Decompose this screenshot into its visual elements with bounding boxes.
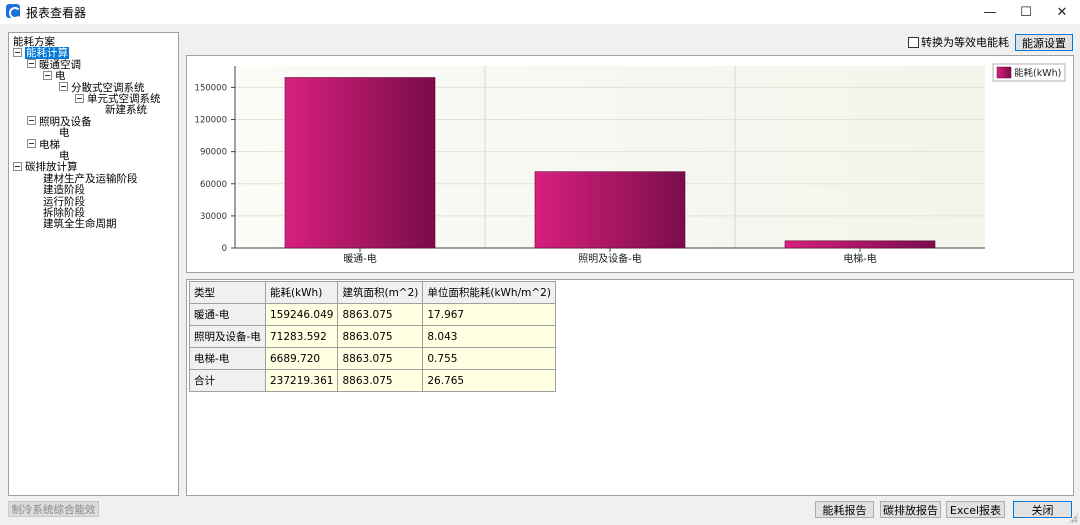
column-header: 类型 <box>189 281 266 304</box>
energy-bar-chart: 0 30000 60000 90000 120000 150000 暖通-电 照明及设备-电 电… <box>186 55 1074 273</box>
tree-item[interactable]: 新建系统 <box>105 104 147 116</box>
bar <box>534 171 686 249</box>
row-header-cell: 电梯-电 <box>189 347 266 370</box>
energy-table: 类型 能耗(kWh) 建筑面积(m^2) 单位面积能耗(kWh/m^2) 暖通-电 159… <box>189 281 556 392</box>
tree-item[interactable]: 电梯 <box>27 139 60 151</box>
y-tick-label: 0 <box>222 244 227 254</box>
collapse-icon[interactable] <box>13 161 22 171</box>
legend-label: 能耗(kWh) <box>1014 67 1061 79</box>
table-cell: 237219.361 <box>264 369 339 392</box>
table-cell: 8863.075 <box>337 369 424 392</box>
tree-item-label: 分散式空调系统 <box>71 81 145 94</box>
convert-equivalent-label: 转换为等效电能耗 <box>921 36 1009 49</box>
convert-equivalent-checkbox[interactable]: 转换为等效电能耗 <box>908 35 1009 49</box>
tree-item[interactable]: 电 <box>43 70 66 82</box>
table-cell: 8.043 <box>422 325 556 348</box>
energy-settings-button[interactable]: 能源设置 <box>1015 34 1073 51</box>
y-tick-label: 90000 <box>200 148 227 158</box>
y-tick-label: 120000 <box>195 116 227 126</box>
y-tick-label: 60000 <box>200 180 227 190</box>
table-cell: 0.755 <box>422 347 556 370</box>
bar <box>284 77 436 249</box>
title-bar: 报表查看器 — ☐ ✕ <box>0 0 1080 24</box>
collapse-icon[interactable] <box>27 59 36 69</box>
tree-item[interactable]: 建材生产及运输阶段 <box>43 173 138 185</box>
report-tree[interactable]: 能耗方案 能耗计算 暖通空调电分散式空调系统 单元式空调系统 新建系统 照明及设备电电梯电… <box>8 32 179 496</box>
row-header-cell: 照明及设备-电 <box>189 325 266 348</box>
table-row: 电梯-电 6689.720 8863.075 0.755 <box>189 347 556 370</box>
tree-item-label: 暖通空调 <box>39 58 81 71</box>
energy-report-button[interactable]: 能耗报告 <box>815 501 874 518</box>
tree-item[interactable]: 电 <box>59 127 70 139</box>
tree-item-label: 建材生产及运输阶段 <box>43 172 138 185</box>
checkbox-box[interactable] <box>908 36 919 48</box>
collapse-icon[interactable] <box>27 116 36 126</box>
tree-item[interactable]: 建筑全生命周期 <box>43 218 117 230</box>
column-header: 能耗(kWh) <box>264 281 339 304</box>
collapse-icon[interactable] <box>13 47 22 57</box>
x-tick-label: 照明及设备-电 <box>578 252 642 265</box>
y-tick-label: 30000 <box>200 212 227 222</box>
tree-item[interactable]: 能耗计算 <box>13 47 69 60</box>
tree-item-label: 碳排放计算 <box>25 161 78 174</box>
carbon-report-button[interactable]: 碳排放报告 <box>880 501 941 518</box>
window-title: 报表查看器 <box>26 6 87 20</box>
column-header: 建筑面积(m^2) <box>337 281 424 304</box>
table-cell: 26.765 <box>422 369 556 392</box>
energy-table-panel: 类型 能耗(kWh) 建筑面积(m^2) 单位面积能耗(kWh/m^2) 暖通-电 159… <box>186 279 1074 496</box>
table-cell: 17.967 <box>422 303 556 326</box>
x-tick-label: 电梯-电 <box>843 252 877 265</box>
row-header-cell: 暖通-电 <box>189 303 266 326</box>
close-button[interactable]: 关闭 <box>1013 501 1072 518</box>
table-row: 暖通-电 159246.049 8863.075 17.967 <box>189 303 556 326</box>
minimize-button[interactable]: — <box>972 0 1008 24</box>
chart-svg: 0 30000 60000 90000 120000 150000 暖通-电 照明及设备-电 电… <box>195 63 1066 265</box>
column-header: 单位面积能耗(kWh/m^2) <box>422 281 556 304</box>
table-cell: 159246.049 <box>264 303 339 326</box>
cooling-efficiency-label: 制冷系统综合能效 <box>8 501 99 517</box>
collapse-icon[interactable] <box>27 139 36 149</box>
tree-item[interactable]: 运行阶段 <box>43 196 85 208</box>
tree-item-label: 运行阶段 <box>43 195 85 208</box>
row-header-cell: 合计 <box>189 369 266 392</box>
tree-item-label: 建筑全生命周期 <box>43 218 117 231</box>
app-icon <box>6 4 21 19</box>
tree-item[interactable]: 照明及设备 <box>27 116 92 128</box>
tree-item-label: 能耗计算 <box>25 47 69 60</box>
table-row: 合计 237219.361 8863.075 26.765 <box>189 369 556 392</box>
tree-item[interactable]: 碳排放计算 <box>13 161 78 173</box>
tree-item-label: 建造阶段 <box>43 184 85 197</box>
tree-item-label: 电梯 <box>39 138 60 151</box>
tree-item[interactable]: 暖通空调 <box>27 59 81 71</box>
tree-item[interactable]: 分散式空调系统 <box>59 82 145 94</box>
table-cell: 6689.720 <box>264 347 339 370</box>
legend-swatch <box>996 66 1012 79</box>
table-cell: 71283.592 <box>264 325 339 348</box>
y-tick-label: 150000 <box>195 83 227 93</box>
table-row: 照明及设备-电 71283.592 8863.075 8.043 <box>189 325 556 348</box>
bar <box>784 240 936 249</box>
close-window-button[interactable]: ✕ <box>1044 0 1080 24</box>
table-cell: 8863.075 <box>337 347 424 370</box>
tree-item-label: 新建系统 <box>105 104 147 117</box>
tree-item-label: 电 <box>55 70 66 83</box>
excel-report-button[interactable]: Excel报表 <box>946 501 1005 518</box>
tree-item-label: 电 <box>59 127 70 140</box>
tree-item[interactable]: 建造阶段 <box>43 184 85 196</box>
maximize-button[interactable]: ☐ <box>1008 0 1044 24</box>
table-header-row: 类型 能耗(kWh) 建筑面积(m^2) 单位面积能耗(kWh/m^2) <box>189 281 556 304</box>
collapse-icon[interactable] <box>75 93 84 103</box>
tree-item-label: 照明及设备 <box>39 115 92 128</box>
collapse-icon[interactable] <box>59 82 68 92</box>
table-cell: 8863.075 <box>337 303 424 326</box>
x-tick-label: 暖通-电 <box>343 252 377 265</box>
collapse-icon[interactable] <box>43 70 52 80</box>
table-cell: 8863.075 <box>337 325 424 348</box>
